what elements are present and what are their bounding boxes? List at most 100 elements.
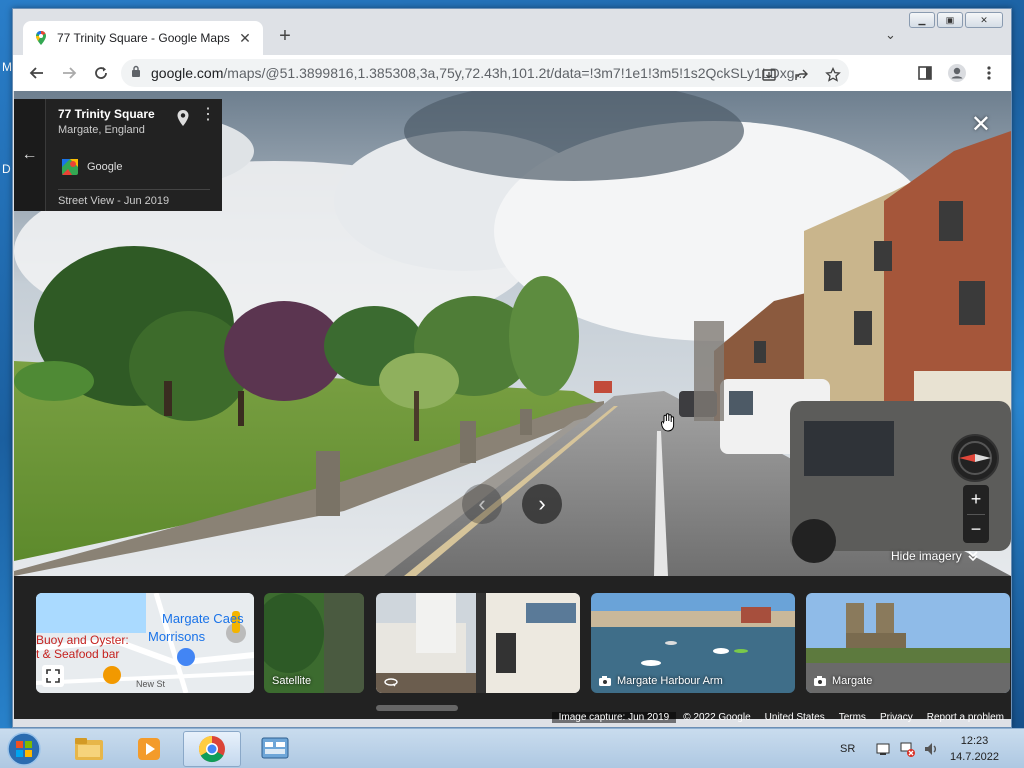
omnibox-actions (753, 59, 849, 91)
more-options-icon[interactable]: ⋮ (200, 107, 216, 123)
folder-icon (75, 738, 103, 760)
thumbnail-margate[interactable]: Margate (806, 593, 1010, 693)
window-controls: ▁ ▣ ✕ (909, 12, 1003, 28)
report-problem-link[interactable]: Report a problem (920, 712, 1011, 723)
browser-toolbar: google.com/maps/@51.3899816,1.385308,3a,… (13, 55, 1011, 91)
close-window-button[interactable]: ✕ (965, 12, 1003, 28)
street-photo-thumbnail-image (376, 593, 580, 693)
back-icon[interactable] (21, 57, 53, 89)
network-icon[interactable] (899, 741, 916, 757)
double-chevron-down-icon (968, 551, 978, 562)
clock-date: 14.7.2022 (950, 751, 999, 763)
zoom-in-button[interactable]: + (963, 485, 989, 514)
side-panel-icon[interactable] (909, 57, 941, 89)
photo-360-icon (384, 677, 398, 687)
forward-icon[interactable] (53, 57, 85, 89)
address-bar[interactable]: google.com/maps/@51.3899816,1.385308,3a,… (121, 59, 849, 87)
url-path: /maps/@51.3899816,1.385308,3a,75y,72.43h… (223, 65, 807, 81)
minimize-button[interactable]: ▁ (909, 12, 935, 28)
taskbar-explorer[interactable] (60, 731, 118, 767)
menu-kebab-icon[interactable] (973, 57, 1005, 89)
reload-icon[interactable] (85, 57, 117, 89)
thumbnail-satellite[interactable]: Satellite (264, 593, 364, 693)
lock-icon[interactable] (131, 64, 141, 82)
map-label-part: Margate Ca (162, 611, 230, 626)
control-panel-icon (261, 737, 289, 759)
toolbar-right (909, 57, 1005, 89)
camera-icon (599, 676, 611, 686)
image-capture-date: Image capture: Jun 2019 (551, 712, 677, 723)
address-title: 77 Trinity Square (58, 107, 155, 121)
compass-icon[interactable] (951, 434, 999, 482)
previous-arrow-icon[interactable]: ‹ (462, 484, 502, 524)
chrome-icon (198, 735, 225, 763)
expand-map-icon[interactable] (42, 665, 64, 687)
harbour-label-container: Margate Harbour Arm (599, 675, 723, 687)
tab-close-icon[interactable]: ✕ (237, 30, 253, 47)
new-tab-icon[interactable]: + (275, 26, 295, 46)
harbour-label: Margate Harbour Arm (617, 675, 723, 687)
url-text: google.com/maps/@51.3899816,1.385308,3a,… (151, 65, 806, 81)
street-view-date: Street View - Jun 2019 (58, 195, 170, 207)
privacy-link[interactable]: Privacy (873, 712, 920, 723)
thumbnail-street-photo[interactable] (376, 593, 580, 693)
taskbar: SR 12:23 14.7.2022 (0, 728, 1024, 768)
media-player-icon (138, 738, 160, 760)
clock[interactable]: 12:23 14.7.2022 (950, 733, 999, 765)
system-tray: SR (840, 729, 939, 768)
margate-label: Margate (832, 675, 873, 687)
map-label-margate-caves: Margate Caes (162, 611, 244, 626)
hide-imagery-button[interactable]: Hide imagery (891, 549, 978, 563)
map-label-buoy-oyster: Buoy and Oyster: (36, 633, 129, 647)
taskbar-media-player[interactable] (120, 731, 178, 767)
map-label-part: es (229, 611, 244, 626)
close-street-view-icon[interactable]: ✕ (971, 113, 991, 137)
imagery-strip: Margate Caes Buoy and Oyster: Morrisons … (14, 576, 1011, 719)
maximize-button[interactable]: ▣ (937, 12, 963, 28)
country-link[interactable]: United States (758, 712, 832, 723)
margate-label-container: Margate (814, 675, 872, 687)
taskbar-chrome[interactable] (183, 731, 241, 767)
taskbar-control-panel[interactable] (246, 731, 304, 767)
next-arrow-icon[interactable]: › (522, 484, 562, 524)
desktop-icon-label-fragment: M (2, 60, 12, 74)
mouse-cursor (661, 413, 675, 438)
maps-footer: Image capture: Jun 2019 © 2022 Google Un… (14, 710, 1011, 725)
tab-search-chevron-icon[interactable]: ⌄ (885, 27, 896, 43)
google-maps-favicon-icon (36, 31, 46, 45)
zoom-control: + − (963, 485, 989, 543)
map-label-street: New St (136, 679, 166, 689)
card-divider (58, 189, 210, 190)
action-center-icon[interactable] (875, 741, 891, 757)
clock-time: 12:23 (960, 735, 989, 747)
thumbnail-map[interactable]: Margate Caes Buoy and Oyster: Morrisons … (36, 593, 254, 693)
map-label-morrisons: Morrisons (148, 629, 206, 644)
browser-window: 77 Trinity Square - Google Maps ✕ + ⌄ ▁ … (12, 8, 1012, 728)
tab-google-maps[interactable]: 77 Trinity Square - Google Maps ✕ (23, 21, 263, 55)
volume-icon[interactable] (923, 741, 939, 757)
profile-avatar-icon[interactable] (941, 57, 973, 89)
url-host: google.com (151, 65, 224, 81)
copyright: © 2022 Google (683, 712, 751, 723)
info-card-body: 77 Trinity Square Margate, England (58, 107, 216, 136)
back-arrow-icon[interactable]: ← (14, 99, 46, 211)
start-button[interactable] (4, 730, 44, 768)
provider: Google (62, 159, 122, 175)
tab-title: 77 Trinity Square - Google Maps (57, 31, 230, 45)
satellite-label: Satellite (272, 675, 312, 687)
share-icon[interactable] (785, 59, 817, 91)
city-subtitle: Margate, England (58, 124, 145, 136)
bookmark-star-icon[interactable] (817, 59, 849, 91)
provider-name: Google (87, 161, 123, 173)
map-label-seafood-bar: t & Seafood bar (36, 647, 120, 661)
zoom-out-button[interactable]: − (963, 515, 989, 544)
street-view-info-card: ← 77 Trinity Square Margate, England ⋮ G… (14, 99, 222, 211)
hide-imagery-label: Hide imagery (891, 549, 962, 563)
install-app-icon[interactable] (753, 59, 785, 91)
desktop-icon-label-fragment: D (2, 162, 11, 176)
google-maps-logo-icon (62, 159, 78, 175)
language-indicator[interactable]: SR (840, 743, 855, 755)
terms-link[interactable]: Terms (832, 712, 873, 723)
thumbnail-margate-harbour-arm[interactable]: Margate Harbour Arm (591, 593, 795, 693)
map-pin-icon[interactable] (176, 109, 190, 132)
